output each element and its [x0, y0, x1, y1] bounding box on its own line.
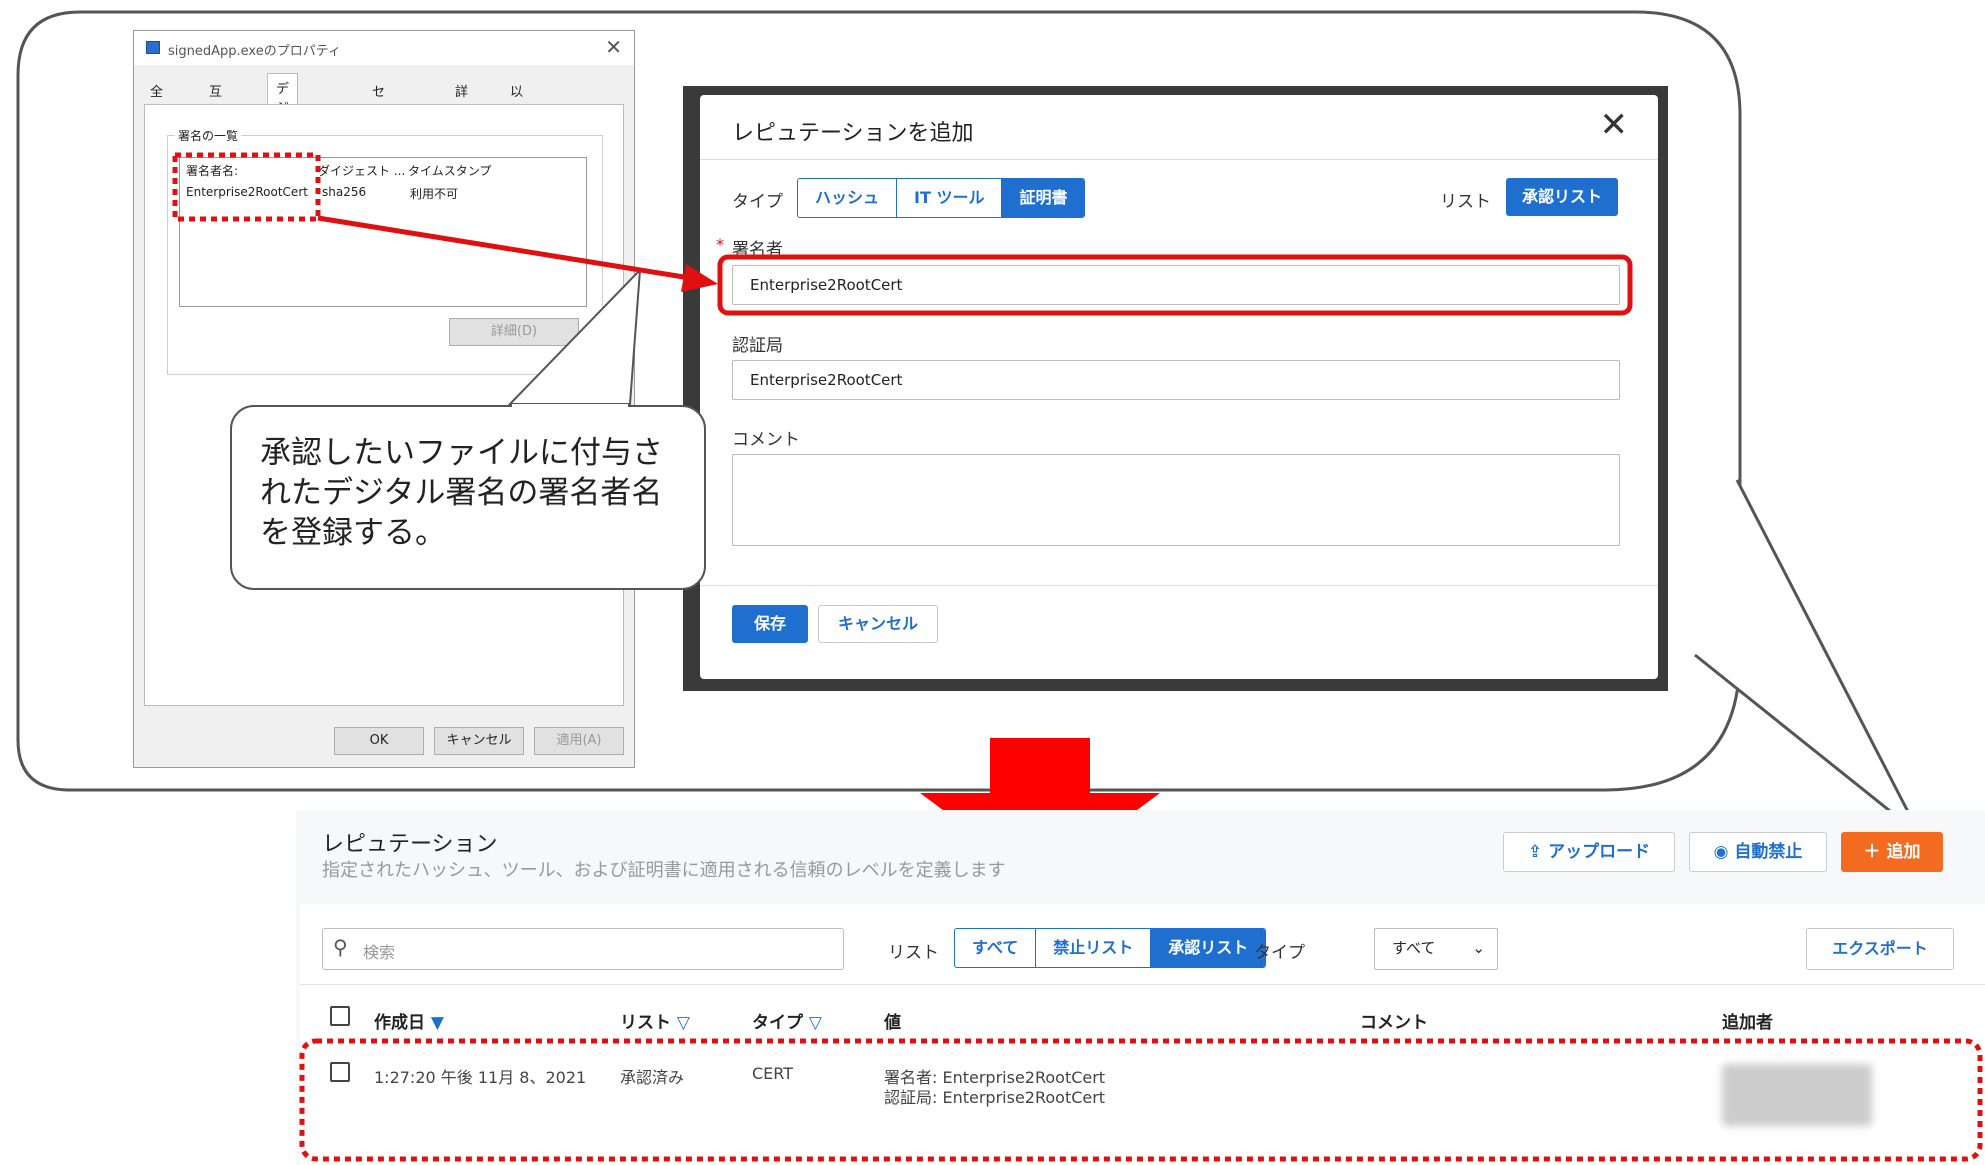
row-highlight — [299, 1038, 1983, 1162]
